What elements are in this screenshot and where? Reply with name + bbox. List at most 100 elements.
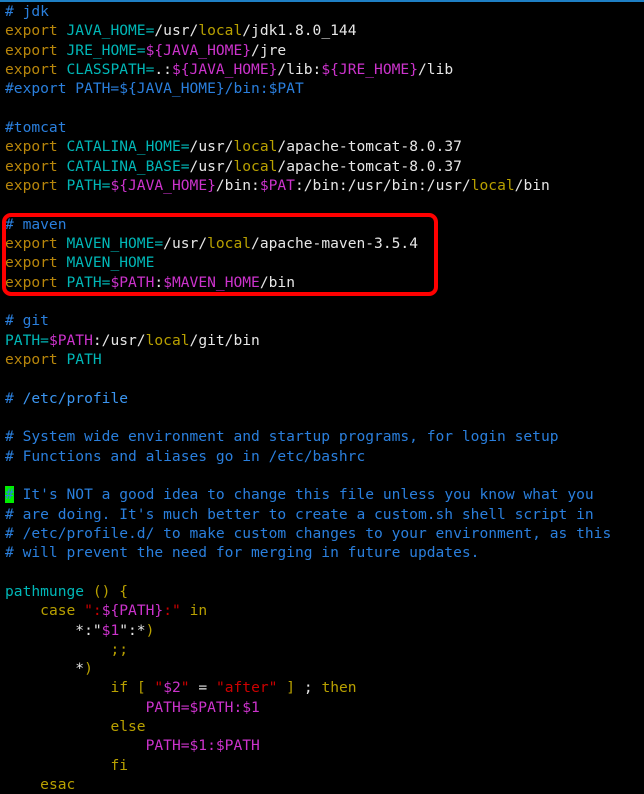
code-token: /bin:	[215, 176, 260, 194]
code-token: "after"	[215, 679, 278, 697]
code-token: .:	[154, 60, 172, 78]
code-token: MAVEN_HOME	[66, 254, 155, 272]
code-line[interactable]: PATH=$1:$PATH	[5, 736, 644, 755]
code-line[interactable]	[5, 466, 644, 485]
code-line[interactable]: # maven	[5, 215, 644, 234]
code-line[interactable]: export MAVEN_HOME=/usr/local/apache-mave…	[5, 234, 644, 253]
code-line[interactable]: ;;	[5, 640, 644, 659]
code-line[interactable]: export CATALINA_BASE=/usr/local/apache-t…	[5, 157, 644, 176]
code-token: # maven	[5, 215, 67, 233]
code-token: ;	[303, 679, 313, 697]
code-line[interactable]: export PATH	[5, 350, 644, 369]
code-token: CATALINA_HOME=	[66, 138, 190, 156]
code-token: /usr/	[163, 234, 208, 252]
code-token: # jdk	[5, 3, 49, 20]
code-line[interactable]: # Functions and aliases go in /etc/bashr…	[5, 447, 644, 466]
code-token: /apache-tomcat-8.0.37	[277, 138, 462, 156]
code-line[interactable]: export JRE_HOME=${JAVA_HOME}/jre	[5, 41, 644, 60]
code-token: *:"	[5, 621, 102, 639]
code-token: :"	[163, 602, 181, 620]
code-token: export	[5, 176, 67, 194]
code-line[interactable]: *:"$1":*)	[5, 621, 644, 640]
code-token: # are doing. It's much better to create …	[5, 505, 594, 523]
code-token: /usr/	[189, 138, 234, 156]
code-token: local	[233, 138, 278, 156]
code-line[interactable]: export CATALINA_HOME=/usr/local/apache-t…	[5, 137, 644, 156]
code-line[interactable]: export CLASSPATH=.:${JAVA_HOME}/lib:${JR…	[5, 60, 644, 79]
code-line[interactable]: # It's NOT a good idea to change this fi…	[5, 485, 644, 504]
code-line[interactable]: # will prevent the need for merging in f…	[5, 543, 644, 562]
code-token: export	[5, 41, 67, 59]
code-token: local	[145, 331, 190, 349]
code-token: export	[5, 254, 67, 272]
code-token: {	[119, 582, 129, 600]
code-line[interactable]: # jdk	[5, 2, 644, 21]
code-line[interactable]: # are doing. It's much better to create …	[5, 505, 644, 524]
code-line[interactable]	[5, 563, 644, 582]
code-token: )	[84, 660, 93, 678]
code-token: [	[136, 679, 146, 697]
terminal-window[interactable]: # jdk export JAVA_HOME=/usr/local/jdk1.8.…	[0, 0, 644, 793]
code-line[interactable]: export JAVA_HOME=/usr/local/jdk1.8.0_144	[5, 21, 644, 40]
code-line[interactable]: else	[5, 717, 644, 736]
text-cursor: #	[5, 486, 14, 504]
code-token: then	[321, 679, 357, 697]
code-line[interactable]: # /etc/profile.d/ to make custom changes…	[5, 524, 644, 543]
code-token: /bin	[259, 273, 295, 291]
code-line[interactable]: #export PATH=${JAVA_HOME}/bin:$PAT	[5, 79, 644, 98]
code-line[interactable]: #tomcat	[5, 118, 644, 137]
code-token: /git/bin	[189, 331, 260, 349]
code-line[interactable]: export PATH=$PATH:$MAVEN_HOME/bin	[5, 273, 644, 292]
code-token: #tomcat	[5, 118, 67, 136]
code-token: /usr/	[154, 22, 199, 40]
code-token: )	[145, 621, 155, 639]
code-token: JAVA_HOME=	[66, 22, 155, 40]
code-line[interactable]: case ":${PATH}:" in	[5, 601, 644, 620]
code-token: ${JRE_HOME}	[321, 60, 418, 78]
code-line[interactable]: pathmunge () {	[5, 582, 644, 601]
code-line[interactable]: if [ "$2" = "after" ] ; then	[5, 678, 644, 697]
code-token: ":	[84, 602, 102, 620]
code-line[interactable]: # git	[5, 311, 644, 330]
code-token: ":*	[119, 621, 146, 639]
code-token: ${JAVA_HOME}	[145, 41, 252, 59]
code-token: case	[40, 602, 76, 620]
code-line[interactable]: fi	[5, 756, 644, 775]
code-line[interactable]	[5, 408, 644, 427]
code-token: /etc/profile	[22, 389, 129, 407]
code-token: :/bin:/usr/bin:/usr/	[294, 176, 471, 194]
code-token: MAVEN_HOME=	[66, 234, 164, 252]
code-token: ${PATH}	[101, 602, 164, 620]
code-line[interactable]: # /etc/profile	[5, 389, 644, 408]
code-token: /usr/	[189, 157, 234, 175]
code-line[interactable]: export MAVEN_HOME	[5, 253, 644, 272]
code-token: export	[5, 138, 67, 156]
code-line[interactable]	[5, 195, 644, 214]
code-line[interactable]: PATH=$PATH:$1	[5, 698, 644, 717]
code-line[interactable]: export PATH=${JAVA_HOME}/bin:$PAT:/bin:/…	[5, 176, 644, 195]
code-token: *	[5, 660, 85, 678]
code-line[interactable]	[5, 369, 644, 388]
code-line[interactable]: PATH=$PATH:/usr/local/git/bin	[5, 331, 644, 350]
code-token: # git	[5, 312, 49, 330]
code-token: PATH=	[5, 331, 49, 349]
code-line[interactable]: # System wide environment and startup pr…	[5, 427, 644, 446]
code-token: ;;	[110, 640, 129, 658]
terminal-text-area[interactable]: # jdk export JAVA_HOME=/usr/local/jdk1.8.…	[5, 2, 644, 794]
code-token: ()	[92, 582, 111, 600]
code-token: # /etc/profile.d/ to make custom changes…	[5, 524, 612, 542]
code-token: export	[5, 234, 67, 252]
code-line[interactable]: *)	[5, 659, 644, 678]
code-token: # Functions and aliases go in /etc/bashr…	[5, 447, 366, 465]
code-line[interactable]	[5, 99, 644, 118]
code-line[interactable]	[5, 292, 644, 311]
